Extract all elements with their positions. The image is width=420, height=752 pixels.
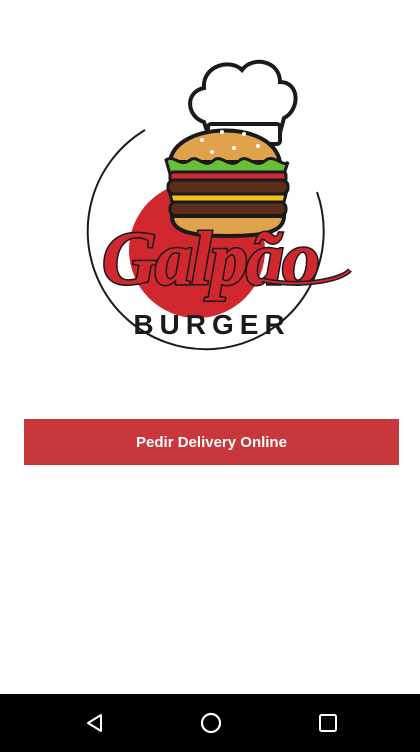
recents-icon: [319, 714, 337, 732]
logo-subtitle: BURGER: [133, 309, 290, 340]
home-button[interactable]: [196, 708, 226, 738]
system-navigation-bar: [0, 694, 420, 752]
order-delivery-label: Pedir Delivery Online: [136, 433, 287, 451]
app-screen: Galpão BURGER Pedir Delivery Online: [0, 0, 420, 752]
recents-button[interactable]: [313, 708, 343, 738]
back-icon: [87, 714, 102, 732]
home-icon: [200, 712, 222, 734]
back-button[interactable]: [80, 708, 110, 738]
brand-logo: Galpão BURGER: [62, 52, 358, 364]
order-delivery-button[interactable]: Pedir Delivery Online: [24, 419, 399, 465]
svg-text:Galpão: Galpão: [102, 217, 318, 301]
